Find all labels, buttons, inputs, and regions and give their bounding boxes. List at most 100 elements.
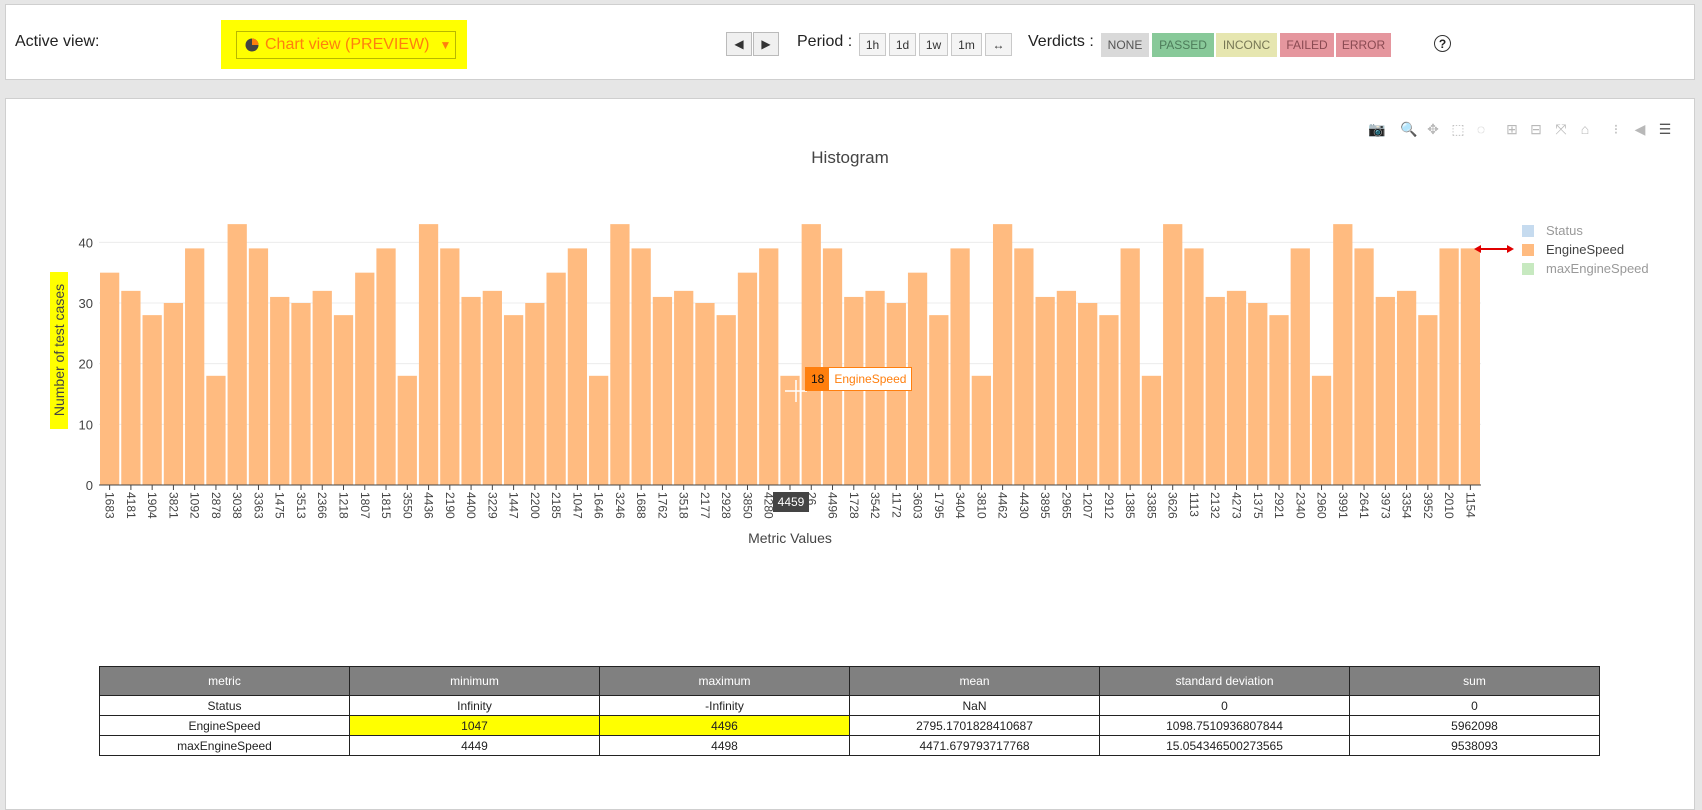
tooltip-value: 18 (806, 368, 830, 390)
histogram-bar[interactable] (716, 315, 736, 485)
histogram-bar[interactable] (376, 248, 396, 485)
legend-swatch (1522, 262, 1534, 275)
x-tick-label: 1815 (379, 492, 393, 519)
histogram-bar[interactable] (737, 272, 758, 485)
x-tick-label: 1172 (889, 492, 903, 518)
histogram-bar[interactable] (1035, 296, 1055, 485)
histogram-bar[interactable] (1120, 248, 1140, 485)
histogram-bar[interactable] (1396, 290, 1417, 485)
histogram-bar[interactable] (440, 248, 460, 485)
histogram-bar[interactable] (1184, 248, 1204, 485)
histogram-bar[interactable] (759, 248, 779, 485)
histogram-bar[interactable] (1290, 248, 1310, 485)
histogram-bar[interactable] (929, 315, 949, 485)
y-tick-label: 40 (79, 235, 93, 250)
x-tick-label: 1728 (847, 492, 861, 519)
x-tick-label: 2965 (1059, 492, 1073, 519)
x-tick-label: 3354 (1400, 492, 1414, 519)
histogram-bar[interactable] (100, 272, 120, 485)
histogram-bar[interactable] (1205, 296, 1225, 485)
histogram-bar[interactable] (1333, 224, 1353, 485)
histogram-bar[interactable] (652, 296, 673, 485)
histogram-bar[interactable] (418, 224, 439, 485)
histogram-bar[interactable] (1311, 375, 1332, 485)
histogram-bar[interactable] (121, 290, 141, 485)
histogram-bar[interactable] (1269, 315, 1289, 485)
histogram-bar[interactable] (695, 303, 715, 485)
histogram-bar[interactable] (333, 315, 354, 485)
histogram-bar[interactable] (397, 375, 417, 485)
histogram-bar[interactable] (631, 248, 651, 485)
x-tick-label: 3246 (613, 492, 627, 519)
column-header: mean (849, 666, 1100, 696)
histogram-bar[interactable] (546, 272, 566, 485)
histogram-bar[interactable] (950, 248, 970, 485)
histogram-bar[interactable] (567, 248, 588, 485)
histogram-bar[interactable] (1354, 248, 1374, 485)
chart-legend: Status EngineSpeed maxEngineSpeed (1522, 221, 1649, 278)
x-tick-label: 1807 (358, 492, 372, 519)
histogram-bar[interactable] (461, 296, 481, 485)
x-tick-label: 1795 (932, 492, 946, 519)
x-tick-label: 3229 (485, 492, 499, 519)
histogram-bar[interactable] (503, 315, 524, 485)
table-cell: 1098.7510936807844 (1099, 715, 1350, 736)
table-cell: 2795.1701828410687 (849, 715, 1100, 736)
histogram-bar[interactable] (1460, 248, 1480, 485)
histogram-bar[interactable] (886, 303, 906, 485)
x-tick-label: 4496 (826, 492, 840, 519)
legend-swatch (1522, 243, 1534, 256)
y-tick-label: 0 (86, 478, 93, 493)
histogram-bar[interactable] (1375, 296, 1395, 485)
histogram-bar[interactable] (185, 248, 205, 485)
histogram-bar[interactable] (1248, 303, 1268, 485)
histogram-bar[interactable] (291, 303, 311, 485)
x-tick-label: 3952 (1421, 492, 1435, 519)
x-tick-label: 2366 (315, 492, 329, 519)
x-tick-label: 3850 (740, 492, 754, 519)
x-tick-label: 1154 (1463, 492, 1477, 518)
table-cell: 4471.679793717768 (849, 735, 1100, 756)
x-tick-label: 2878 (209, 492, 223, 519)
table-row: maxEngineSpeed 4449 4498 4471.679793717768 1… (99, 735, 1600, 756)
histogram-bar[interactable] (227, 224, 247, 485)
histogram-bar[interactable] (1078, 303, 1098, 485)
x-tick-label: 1475 (273, 492, 287, 519)
histogram-bar[interactable] (1226, 290, 1247, 485)
histogram-bar[interactable] (1014, 248, 1034, 485)
histogram-bar[interactable] (1056, 290, 1077, 485)
histogram-bar[interactable] (674, 290, 694, 485)
x-tick-label: 2921 (1272, 492, 1286, 519)
legend-label: Status (1546, 223, 1583, 238)
legend-item-maxenginespeed[interactable]: maxEngineSpeed (1522, 259, 1649, 278)
x-tick-label: 1047 (570, 492, 584, 519)
histogram-bar[interactable] (1418, 315, 1438, 485)
legend-label: maxEngineSpeed (1546, 261, 1649, 276)
histogram-bar[interactable] (163, 303, 184, 485)
histogram-bar[interactable] (1439, 248, 1459, 485)
histogram-bar[interactable] (270, 296, 290, 485)
legend-item-enginespeed[interactable]: EngineSpeed (1522, 240, 1649, 259)
histogram-bar[interactable] (142, 315, 162, 485)
histogram-bar[interactable] (248, 248, 269, 485)
histogram-bar[interactable] (801, 224, 821, 485)
histogram-bar[interactable] (1141, 375, 1162, 485)
histogram-bar[interactable] (1163, 224, 1183, 485)
histogram-bar[interactable] (482, 290, 502, 485)
histogram-bar[interactable] (992, 224, 1013, 485)
table-cell: 15.054346500273565 (1099, 735, 1350, 756)
x-tick-label: 3542 (868, 492, 882, 519)
histogram-bar[interactable] (312, 290, 332, 485)
histogram-bar[interactable] (355, 272, 375, 485)
x-tick-label: 2010 (1442, 492, 1456, 519)
histogram-bar[interactable] (589, 375, 609, 485)
legend-item-status[interactable]: Status (1522, 221, 1649, 240)
histogram-bar[interactable] (525, 303, 545, 485)
histogram-bar[interactable] (610, 224, 630, 485)
histogram-bar[interactable] (971, 375, 991, 485)
table-cell: 5962098 (1349, 715, 1600, 736)
histogram-bar[interactable] (206, 375, 226, 485)
x-tick-label: 4436 (422, 492, 436, 519)
table-cell: 4449 (349, 735, 600, 756)
histogram-bar[interactable] (1099, 315, 1119, 485)
